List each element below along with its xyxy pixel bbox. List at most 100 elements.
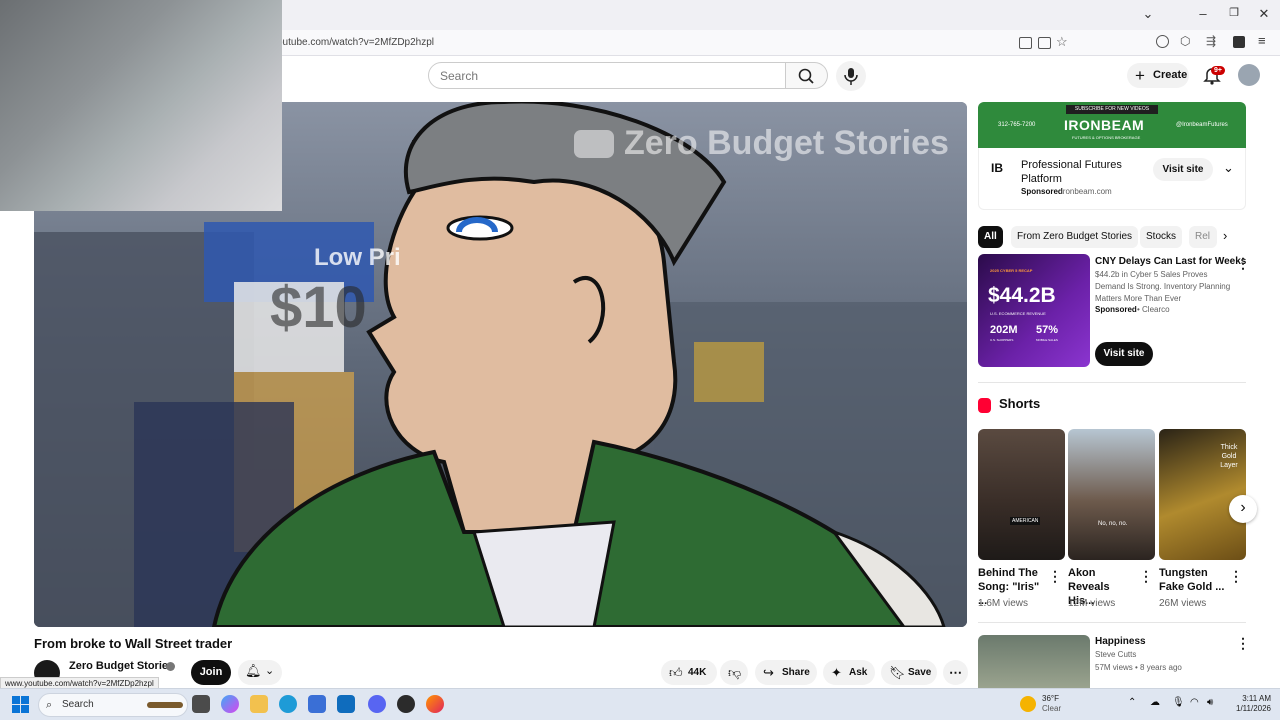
bell-icon: 🔔︎ <box>245 663 262 678</box>
menu-hamburger-icon[interactable]: ≡ <box>1258 33 1266 48</box>
channel-name[interactable]: Zero Budget Stories <box>69 660 174 672</box>
video-more-icon[interactable]: ⋮ <box>1236 635 1250 652</box>
create-label: Create <box>1153 69 1188 81</box>
tab-list-icon[interactable]: ⌄ <box>1138 6 1158 22</box>
ask-label: Ask <box>849 667 868 678</box>
promo-stat2-caption: MOBILE SALES <box>1036 338 1058 342</box>
weather-temperature: 36°F <box>1042 694 1059 703</box>
microsoft-store-icon[interactable] <box>308 695 326 713</box>
firefox-icon[interactable] <box>426 695 444 713</box>
promoted-thumbnail[interactable]: 2025 CYBER 5 RECAP $44.2B U.S. ECOMMERCE… <box>978 254 1090 367</box>
promo-sponsored-label: Sponsored <box>1095 305 1137 314</box>
promo-stat1: 202M <box>990 324 1018 336</box>
short-views: 26M views <box>1159 598 1207 609</box>
ad-banner-image[interactable]: SUBSCRIBE FOR NEW VIDEOS 312-765-7200 IR… <box>978 102 1246 148</box>
tray-wifi-icon[interactable]: ◠ <box>1190 697 1199 708</box>
minimize-icon[interactable]: – <box>1193 6 1213 21</box>
short-more-icon[interactable]: ⋮ <box>1229 568 1243 585</box>
save-button[interactable]: 🔖︎ Save <box>881 660 937 685</box>
share-label: Share <box>782 667 810 678</box>
windows-start-icon[interactable] <box>12 696 29 713</box>
short-more-icon[interactable]: ⋮ <box>1048 568 1062 585</box>
store-sign-text: Low Pri <box>314 244 401 271</box>
address-field[interactable]: youtube.com/watch?v=2MfZDp2hzpl <box>272 37 434 48</box>
ad-expand-chevron-icon[interactable]: ⌄ <box>1223 160 1234 176</box>
tray-volume-icon[interactable]: 🔊︎ <box>1207 697 1213 708</box>
promo-value: $44.2B <box>988 284 1056 307</box>
save-label: Save <box>908 667 932 678</box>
promo-title[interactable]: CNY Delays Can Last for Weeks <box>1095 256 1246 267</box>
chevron-down-icon: ⌄ <box>265 665 275 677</box>
chip-related[interactable]: Rel <box>1189 226 1217 248</box>
short-title[interactable]: Tungsten Fake Gold ... <box>1159 566 1225 594</box>
edge-icon[interactable] <box>279 695 297 713</box>
addon-icon[interactable]: ⇶ <box>1206 34 1216 48</box>
video-thumbnail[interactable] <box>978 635 1090 688</box>
ask-button[interactable]: ✦ Ask <box>823 660 875 685</box>
search-highlight-image <box>147 702 183 708</box>
youtube-logo-icon <box>574 130 614 158</box>
subscription-bell-button[interactable]: 🔔︎ ⌄ <box>238 660 282 685</box>
ad-title: Professional Futures Platform <box>1021 159 1122 185</box>
dislike-button[interactable]: 👎︎ <box>720 660 748 685</box>
chip-stocks[interactable]: Stocks <box>1140 226 1183 248</box>
close-icon[interactable]: ✕ <box>1254 6 1274 22</box>
chip-all[interactable]: All <box>978 226 1003 248</box>
copilot-icon[interactable] <box>221 695 239 713</box>
task-view-icon[interactable] <box>192 695 210 713</box>
app-icon[interactable] <box>397 695 415 713</box>
create-button[interactable]: + Create <box>1127 63 1189 88</box>
ad-card[interactable]: IB Professional Futures Platform Sponsor… <box>978 148 1246 210</box>
account-avatar[interactable] <box>1238 64 1260 86</box>
shorts-logo-icon <box>978 398 991 413</box>
voice-search-button[interactable] <box>836 61 866 91</box>
short-views: 1.6M views <box>978 598 1029 609</box>
ad-domain: ironbeam.com <box>1061 187 1112 196</box>
sparkle-icon: ✦ <box>831 665 842 680</box>
promo-visit-site-button[interactable]: Visit site <box>1095 342 1153 366</box>
chips-next-chevron-icon[interactable]: › <box>1223 228 1227 243</box>
tray-overflow-chevron-icon[interactable]: ⌃ <box>1128 697 1136 708</box>
thumbs-up-icon: 👍︎ <box>669 665 683 680</box>
promo-more-icon[interactable]: ⋮ <box>1236 255 1250 272</box>
more-actions-button[interactable]: ⋯ <box>943 660 968 685</box>
account-icon[interactable] <box>1156 35 1169 48</box>
ad-banner-strip: SUBSCRIBE FOR NEW VIDEOS <box>1066 105 1158 114</box>
taskbar-clock[interactable]: 3:11 AM 1/11/2026 <box>1225 694 1271 714</box>
video-title-happiness[interactable]: Happiness <box>1095 636 1146 647</box>
weather-widget[interactable]: 36°F Clear <box>1042 694 1061 714</box>
search-button[interactable] <box>786 62 828 89</box>
tray-network-icon[interactable]: ☁ <box>1150 697 1160 708</box>
ad-banner-tagline: FUTURES & OPTIONS BROKERAGE <box>1072 135 1141 140</box>
weather-moon-icon <box>1020 696 1036 712</box>
maximize-icon[interactable]: ❐ <box>1224 6 1244 19</box>
like-count: 44K <box>688 667 707 678</box>
search-input[interactable]: Search <box>428 62 786 89</box>
store-price-text: $10 <box>270 275 367 340</box>
ad-banner-phone: 312-765-7200 <box>998 122 1036 128</box>
shorts-next-chevron-icon[interactable]: › <box>1229 495 1257 523</box>
short-thumbnail[interactable]: No, no, no. <box>1068 429 1155 560</box>
join-button[interactable]: Join <box>191 660 231 685</box>
file-explorer-icon[interactable] <box>250 695 268 713</box>
bookmark-star-icon[interactable]: ☆ <box>1056 34 1068 50</box>
short-thumbnail[interactable]: Thick Gold Layer <box>1159 429 1246 560</box>
discord-icon[interactable] <box>368 695 386 713</box>
share-button[interactable]: ↪ Share <box>755 660 817 685</box>
outlook-icon[interactable] <box>337 695 355 713</box>
short-thumbnail[interactable]: AMERICAN <box>978 429 1065 560</box>
picture-in-picture-icon[interactable] <box>1019 37 1032 49</box>
like-button[interactable]: 👍︎ 44K <box>661 660 717 685</box>
tray-mic-icon[interactable]: 🎙︎ <box>1172 697 1185 708</box>
container-tab-icon[interactable] <box>1233 36 1245 48</box>
video-channel[interactable]: Steve Cutts <box>1095 650 1136 659</box>
chip-from-channel[interactable]: From Zero Budget Stories <box>1011 226 1139 248</box>
video-meta: 57M views • 8 years ago <box>1095 663 1182 672</box>
reader-view-icon[interactable] <box>1038 37 1051 49</box>
short-more-icon[interactable]: ⋮ <box>1139 568 1153 585</box>
promo-description: $44.2b in Cyber 5 Sales Proves Demand Is… <box>1095 270 1231 303</box>
taskbar-search[interactable]: ⌕ Search <box>38 693 188 717</box>
divider <box>978 382 1246 383</box>
extensions-icon[interactable]: ⬡ <box>1180 34 1190 48</box>
ad-visit-site-button[interactable]: Visit site <box>1153 158 1213 181</box>
